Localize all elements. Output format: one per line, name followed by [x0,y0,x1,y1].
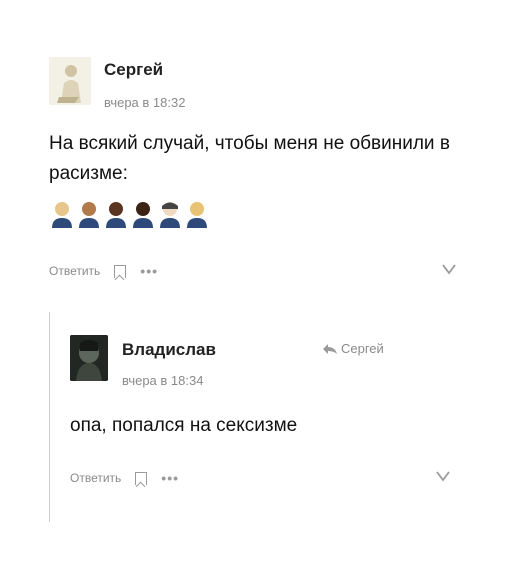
reply-arrow-icon [323,343,337,354]
person-emoji-icon [106,202,126,228]
comment-author[interactable]: Сергей [104,60,163,80]
avatar-sergey[interactable] [49,57,91,105]
bookmark-icon[interactable] [135,471,148,485]
bookmark-icon[interactable] [114,264,127,278]
reply-to-link[interactable]: Сергей [322,341,384,356]
thread-line [49,312,50,522]
avatar-image [49,57,91,105]
comment-text-line2: расизме: [49,163,128,184]
comment-actions: Ответить ••• [49,263,158,279]
person-emoji-icon [79,202,99,228]
chevron-down-icon[interactable] [442,262,456,276]
comment-text-line1: На всякий случай, чтобы меня не обвинили… [49,133,450,154]
reply-author[interactable]: Владислав [122,340,216,360]
reply-to-name: Сергей [341,341,384,356]
avatar-vladislav[interactable] [70,335,108,381]
reply-time: вчера в 18:34 [122,373,204,388]
reply-button[interactable]: Ответить [49,264,100,278]
more-icon[interactable]: ••• [161,470,179,486]
reply-button[interactable]: Ответить [70,471,121,485]
person-emoji-icon [187,202,207,228]
person-emoji-icon [52,202,72,228]
avatar-image [70,335,108,381]
person-emoji-icon [160,202,180,228]
reply-text: опа, попался на сексизме [70,415,298,436]
comment-time: вчера в 18:32 [104,95,186,110]
person-emoji-icon [133,202,153,228]
more-icon[interactable]: ••• [140,263,158,279]
emoji-row [50,200,209,228]
chevron-down-icon[interactable] [436,469,450,483]
reply-actions: Ответить ••• [70,470,179,486]
